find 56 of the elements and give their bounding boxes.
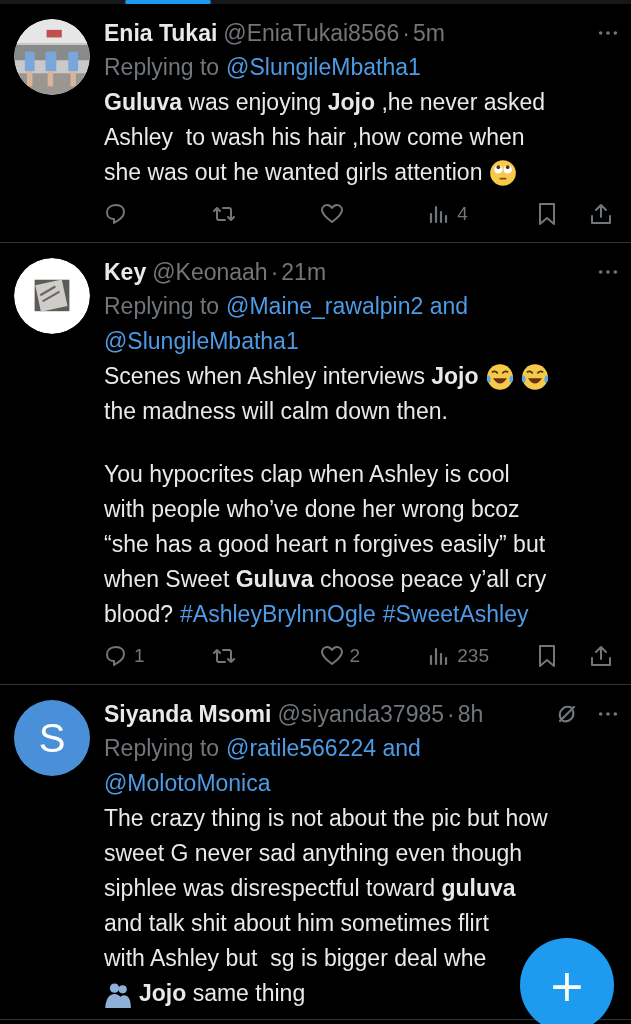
mention-link[interactable]: @SlungileMbatha1 [226,50,421,85]
eye-roll-emoji-icon [489,158,518,187]
post-text: Jojo same thing [139,979,306,1008]
laughing-emoji-icon [485,362,514,391]
post-text: Ashley to wash his hair ,how come when [104,123,525,152]
post-time[interactable]: 5m [412,19,445,47]
post-text: The crazy thing is not about the pic but how [104,804,548,833]
more-icon[interactable] [597,267,619,277]
post-text: sweet G never sad anything even though [104,839,523,868]
mention-link[interactable]: @Maine_rawalpin2 and [226,289,469,324]
separator-dot: · [402,19,410,47]
hashtag-link[interactable]: #AshleyBrylnnOgle [180,597,376,632]
post-text: Guluva was enjoying Jojo ,he never asked [104,88,546,117]
post-text: and talk shit about him sometimes flirt [104,909,489,938]
speech-bubble-icon [104,202,128,226]
heart-icon [319,644,344,668]
post-text: with people who’ve done her wrong bcoz [104,495,520,524]
post-text: the madness will calm down then. [104,397,448,426]
reply-button[interactable]: 1 [104,644,212,668]
share-icon[interactable] [589,644,613,668]
hashtag-link[interactable]: #SweetAshley [382,597,529,632]
replying-label: Replying to [104,53,220,82]
post-text: You hypocrites clap when Ashley is cool [104,460,510,489]
separator-dot: · [447,700,455,728]
mention-link[interactable]: @SlungileMbatha1 [104,324,299,359]
views-button[interactable]: 235 [427,644,535,668]
mention-link[interactable]: @MolotoMonica [104,766,271,801]
more-icon[interactable] [597,709,619,719]
replying-label: Replying to [104,292,220,321]
post-text: siphlee was disrespectful toward guluva [104,874,516,903]
mention-link[interactable]: @ratile566224 and [226,731,421,766]
separator-dot: · [270,258,279,286]
post-time[interactable]: 8h [457,700,484,728]
like-button[interactable]: 2 [319,644,428,668]
compose-button[interactable]: + [520,938,614,1024]
author-name[interactable]: Key [104,258,147,286]
author-handle[interactable]: @Keonaah [152,258,268,286]
post-text: blood? [104,600,174,629]
author-handle[interactable]: @siyanda37985 [277,700,445,728]
more-icon[interactable] [597,28,619,38]
post-time[interactable]: 21m [281,258,327,286]
share-icon[interactable] [589,202,613,226]
views-button[interactable]: 4 [427,202,535,226]
heart-icon [319,202,344,226]
avatar[interactable]: S [14,700,90,776]
author-name[interactable]: Siyanda Msomi [104,700,272,728]
speech-bubble-icon [104,644,128,668]
post-text: Scenes when Ashley interviews Jojo [104,362,479,391]
post-text: when Sweet Guluva choose peace y’all cry [104,565,547,594]
post-text: she was out he wanted girls attention [104,158,483,187]
post-text: “she has a good heart n forgives easily” but [104,530,546,559]
post-text: with Ashley but sg is bigger deal whe [104,944,487,973]
replying-label: Replying to [104,734,220,763]
author-handle[interactable]: @EniaTukai8566 [223,19,400,47]
author-name[interactable]: Enia Tukai [104,19,218,47]
laughing-emoji-icon [520,362,549,391]
